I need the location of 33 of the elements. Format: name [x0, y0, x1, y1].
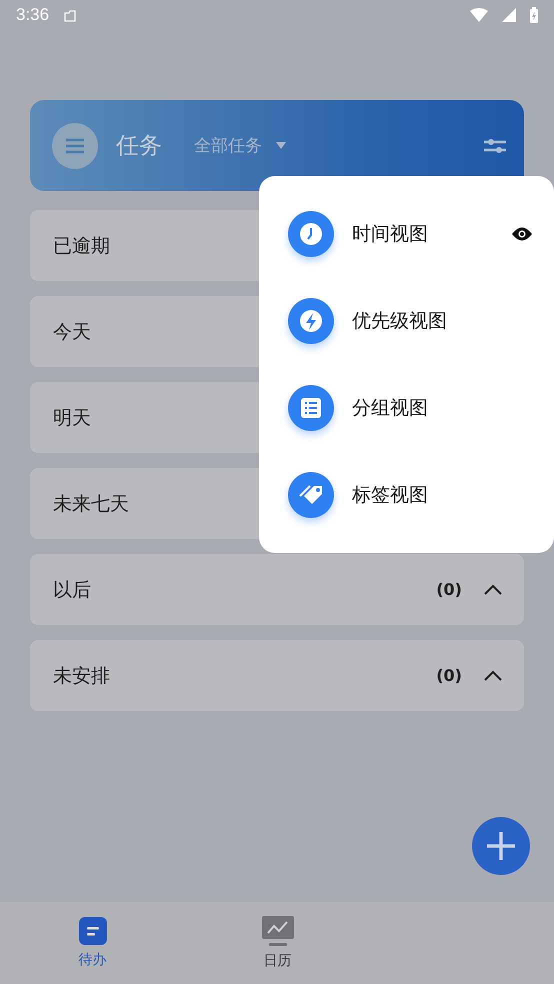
chevron-up-icon[interactable]: [484, 670, 502, 681]
note-icon: [78, 917, 106, 945]
notification-icon: [63, 8, 78, 22]
view-menu-item[interactable]: 时间视图: [352, 221, 428, 247]
section-count: (0): [436, 666, 462, 685]
section-label: 明天: [53, 406, 91, 430]
caret-icon: [276, 142, 286, 149]
view-menu-item[interactable]: 优先级视图: [352, 308, 447, 334]
signal-icon: [502, 8, 516, 22]
battery-icon: [530, 7, 538, 23]
section-count: (0): [436, 580, 462, 599]
plus-icon: [487, 832, 515, 860]
view-menu-item[interactable]: 标签视图: [352, 482, 428, 508]
section-row[interactable]: 以后 (0): [30, 554, 524, 625]
clock-icon: [288, 211, 334, 257]
section-row[interactable]: 未安排 (0): [30, 640, 524, 711]
page-title: 任务: [116, 132, 162, 161]
chart-icon: [262, 916, 294, 946]
bolt-icon: [288, 298, 334, 344]
view-menu-item[interactable]: 分组视图: [352, 395, 428, 421]
section-label: 以后: [53, 578, 91, 602]
section-label: 未来七天: [53, 492, 129, 516]
chevron-up-icon[interactable]: [484, 584, 502, 595]
nav-tab[interactable]: 日历: [185, 902, 370, 984]
section-label: 未安排: [53, 664, 110, 688]
wifi-icon: [470, 8, 488, 22]
eye-icon: [512, 227, 532, 241]
tag-icon: [288, 472, 334, 518]
list-icon: [288, 385, 334, 431]
section-label: 今天: [53, 320, 91, 344]
section-label: 已逾期: [53, 234, 110, 258]
status-time: 3:36: [16, 5, 50, 25]
menu-icon: [66, 138, 84, 154]
